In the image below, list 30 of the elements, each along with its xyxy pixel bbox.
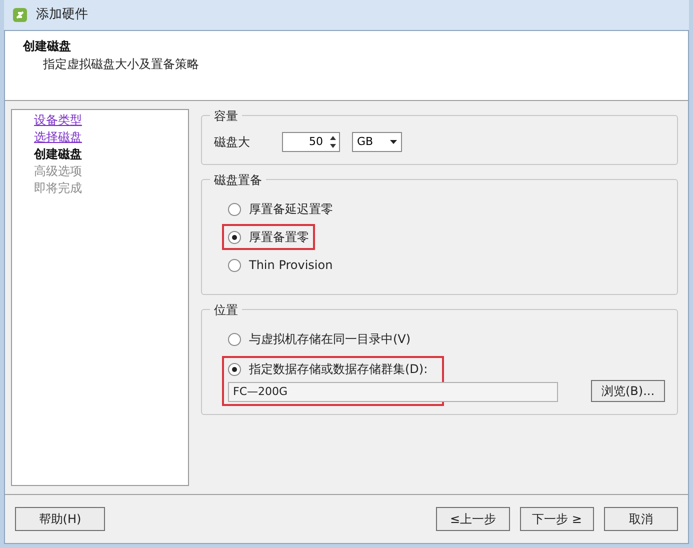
radio-button[interactable]: [228, 230, 241, 244]
next-button[interactable]: 下一步 ≥: [520, 507, 594, 531]
radio-button[interactable]: [228, 332, 241, 346]
group-title: 位置: [210, 301, 242, 319]
radio-button[interactable]: [228, 362, 241, 376]
radio-label: Thin Provision: [249, 257, 333, 274]
step-item[interactable]: 选择磁盘: [34, 129, 188, 146]
app-icon: [12, 7, 28, 23]
browse-button[interactable]: 浏览(B)...: [591, 380, 665, 402]
radio-button[interactable]: [228, 258, 241, 272]
cancel-button[interactable]: 取消: [604, 507, 678, 531]
field-label: 磁盘大: [214, 134, 251, 151]
header-title: 创建磁盘: [23, 38, 72, 55]
radio-label: 指定数据存储或数据存储群集(D):: [249, 361, 428, 378]
step-item[interactable]: 设备类型: [34, 112, 188, 129]
window-title: 添加硬件: [36, 6, 88, 24]
step-item: 创建磁盘: [34, 146, 83, 163]
help-button[interactable]: 帮助(H): [15, 507, 105, 531]
radio-label: 与虚拟机存储在同一目录中(V): [249, 331, 411, 348]
unit-dropdown[interactable]: GB: [352, 132, 402, 152]
caret-icon: [390, 140, 397, 144]
back-button[interactable]: ≤上一步: [436, 507, 510, 531]
datastore-field[interactable]: FC—200G: [228, 382, 558, 402]
step-item: 即将完成: [34, 180, 83, 197]
radio-label: 厚置备置零: [249, 229, 309, 246]
size-spinner[interactable]: 50: [282, 132, 340, 152]
step-item: 高级选项: [34, 163, 83, 180]
header-subtitle: 指定虚拟磁盘大小及置备策略: [42, 56, 200, 73]
radio-label: 厚置备延迟置零: [249, 201, 333, 218]
radio-button[interactable]: [228, 202, 241, 216]
